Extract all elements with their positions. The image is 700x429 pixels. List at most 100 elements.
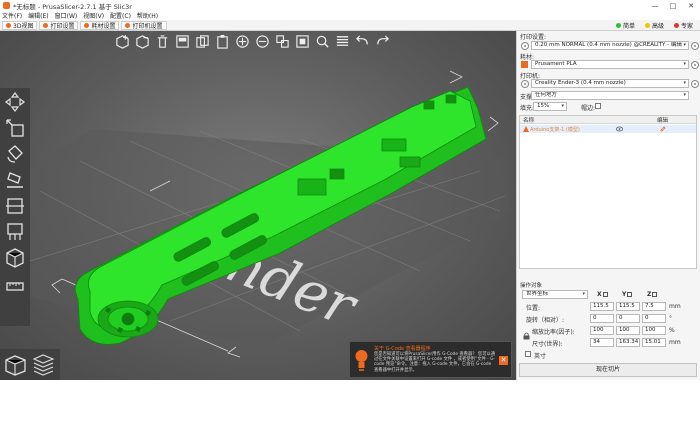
rotation-z-input[interactable]: 0 xyxy=(642,314,666,323)
delete-all-button[interactable] xyxy=(154,33,171,50)
manipulation-title: 操作对象 xyxy=(520,283,543,289)
menu-window[interactable]: 窗口(W) xyxy=(55,11,78,20)
menu-view[interactable]: 视图(V) xyxy=(83,11,104,20)
add-object-button[interactable] xyxy=(114,33,131,50)
delete-button[interactable] xyxy=(134,33,151,50)
inches-checkbox[interactable] xyxy=(525,351,531,357)
notification-body: 您是否知道可以将PrusaSlicer用作 G-Code 查看器？ 您可以通过在… xyxy=(374,352,496,373)
tab-printer-settings[interactable]: 打印机设置 xyxy=(121,20,167,30)
position-y-input[interactable]: 115.5 xyxy=(616,302,640,311)
paste-button[interactable] xyxy=(214,33,231,50)
redo-button[interactable] xyxy=(374,33,391,50)
size-y-input[interactable]: 163.34 xyxy=(616,338,640,347)
scale-x-input[interactable]: 100 xyxy=(590,326,614,335)
menu-edit[interactable]: 编辑(E) xyxy=(28,11,48,20)
slice-now-button[interactable]: 现在切片 xyxy=(519,363,697,377)
print-profile-gear-icon[interactable] xyxy=(691,42,699,50)
tab-3d-view[interactable]: 3D视图 xyxy=(2,20,38,30)
place-on-face-icon xyxy=(7,172,23,188)
redo-icon xyxy=(377,35,389,45)
close-notification-button[interactable]: ✕ xyxy=(499,356,508,365)
settings-sidebar: 打印设置: 0.20 mm NORMAL (0.4 mm nozzle) @CR… xyxy=(516,31,700,380)
scale-z-input[interactable]: 100 xyxy=(642,326,666,335)
scale-tool[interactable] xyxy=(3,116,27,140)
menu-file[interactable]: 文件(F) xyxy=(2,11,22,20)
mode-simple[interactable]: 简单 xyxy=(612,21,639,30)
lock-icon[interactable] xyxy=(523,332,530,340)
filament-color-swatch[interactable] xyxy=(521,61,528,68)
menu-help[interactable]: 帮助(H) xyxy=(137,11,158,20)
filament-select[interactable]: Prusament PLA ▾ xyxy=(531,60,689,69)
mode-dot-icon xyxy=(615,23,621,28)
brim-label: 帽边: xyxy=(581,105,596,112)
mode-dot-icon xyxy=(673,23,679,28)
measure-tool[interactable] xyxy=(3,274,27,298)
layers-editing-button[interactable] xyxy=(334,33,351,50)
object-row[interactable]: Arduino支架-1 (模型) xyxy=(520,125,696,133)
hollow-tool[interactable] xyxy=(3,246,27,270)
move-tool[interactable] xyxy=(3,90,27,114)
print-profile-select[interactable]: 0.20 mm NORMAL (0.4 mm nozzle) @CREALITY… xyxy=(531,41,689,50)
rotation-x-input[interactable]: 0 xyxy=(590,314,614,323)
place-on-face-tool[interactable] xyxy=(3,168,27,192)
rotate-tool[interactable] xyxy=(3,142,27,166)
close-button[interactable]: ✕ xyxy=(682,0,700,11)
menu-config[interactable]: 配置(C) xyxy=(110,11,131,20)
rotation-unit: ° xyxy=(669,315,672,322)
axis-y-label: Y xyxy=(622,291,633,298)
object-manipulation-panel: 操作对象 世界坐标 ▾ X Y Z 位置: 115.5 115.5 7.5 mm … xyxy=(517,279,699,362)
mode-dot-icon xyxy=(644,23,650,28)
tab-label: 耗材设置 xyxy=(91,22,116,30)
size-x-input[interactable]: 34 xyxy=(590,338,614,347)
cut-tool[interactable] xyxy=(3,194,27,218)
printer-value: Creality Ender-3 (0.4 mm nozzle) xyxy=(535,80,626,86)
support-paint-icon xyxy=(7,223,23,240)
position-x-input[interactable]: 115.5 xyxy=(590,302,614,311)
eye-icon[interactable] xyxy=(616,126,623,132)
printer-select[interactable]: Creality Ender-3 (0.4 mm nozzle) ▾ xyxy=(531,79,689,88)
edit-icon[interactable] xyxy=(660,126,666,132)
brim-checkbox[interactable] xyxy=(595,103,601,109)
coordinate-system-value: 世界坐标 xyxy=(526,291,549,297)
axis-y-icon xyxy=(627,292,633,297)
mode-advanced[interactable]: 高级 xyxy=(641,21,668,30)
split-parts-button[interactable] xyxy=(294,33,311,50)
axis-y-text: Y xyxy=(622,291,627,298)
undo-button[interactable] xyxy=(354,33,371,50)
filament-gear-icon[interactable] xyxy=(691,61,699,69)
size-z-input[interactable]: 15.01 xyxy=(642,338,666,347)
minimize-button[interactable]: — xyxy=(646,0,664,11)
prusaslicer-window: *无标题 - PrusaSlicer-2.7.1 基于 Slic3r — □ ✕… xyxy=(0,0,700,380)
tab-filament-settings[interactable]: 耗材设置 xyxy=(80,20,120,30)
view-switcher xyxy=(0,349,60,380)
filament-value: Prusament PLA xyxy=(535,61,577,67)
position-z-input[interactable]: 7.5 xyxy=(642,302,666,311)
arrange-button[interactable] xyxy=(174,33,191,50)
trash-icon xyxy=(157,35,168,48)
split-objects-button[interactable] xyxy=(274,33,291,50)
support-select[interactable]: 任何地方 ▾ xyxy=(531,91,689,100)
cut-icon xyxy=(6,198,24,214)
axis-x-label: X xyxy=(597,291,608,298)
arrange-icon xyxy=(176,35,189,48)
3d-canvas[interactable]: Ender 关于 G-Code 查看器程序 您是否知道可以将PrusaSlice… xyxy=(0,31,516,380)
infill-select[interactable]: 15% ▾ xyxy=(533,102,567,111)
size-label: 尺寸(世界): xyxy=(532,341,563,348)
search-button[interactable] xyxy=(314,33,331,50)
add-instance-button[interactable] xyxy=(234,33,251,50)
maximize-button[interactable]: □ xyxy=(664,0,682,11)
3d-view-cube-icon[interactable] xyxy=(3,352,28,377)
tab-print-settings[interactable]: 打印设置 xyxy=(39,20,79,30)
support-value: 任何地方 xyxy=(535,92,558,98)
rotation-y-input[interactable]: 0 xyxy=(616,314,640,323)
mode-expert[interactable]: 专家 xyxy=(670,21,697,30)
print-settings-icon xyxy=(43,22,49,28)
supports-paint-tool[interactable] xyxy=(3,220,27,244)
preview-layers-icon[interactable] xyxy=(31,352,56,377)
remove-instance-button[interactable] xyxy=(254,33,271,50)
coordinate-system-select[interactable]: 世界坐标 ▾ xyxy=(522,290,588,299)
gear-icon[interactable] xyxy=(521,42,529,50)
copy-button[interactable] xyxy=(194,33,211,50)
printer-gear-icon[interactable] xyxy=(691,80,699,88)
scale-y-input[interactable]: 100 xyxy=(616,326,640,335)
